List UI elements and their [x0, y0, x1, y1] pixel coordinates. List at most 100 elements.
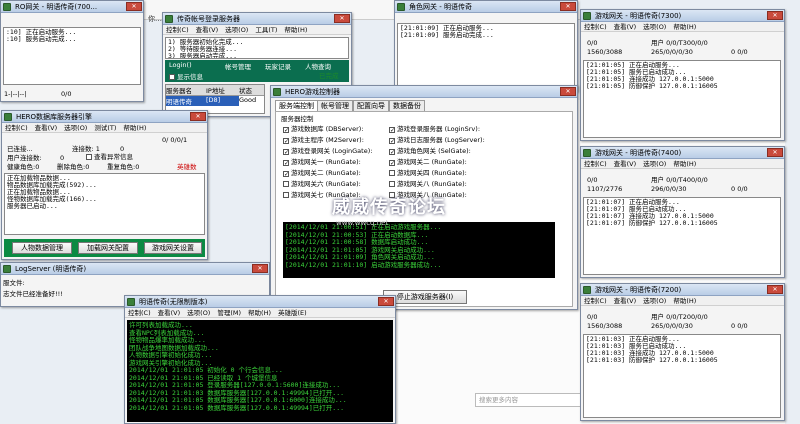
menu-control[interactable]: 控制(C) [584, 297, 607, 305]
connected-label: 已连接... [7, 145, 33, 153]
cb-rungate-8[interactable]: 游戏网关八 (RunGate): [389, 180, 467, 189]
menu-options[interactable]: 选项(O) [643, 160, 666, 168]
counter: 0/ 0/0/1 [162, 136, 188, 144]
menu-options[interactable]: 选项(O) [643, 23, 666, 31]
menu-help[interactable]: 帮助(H) [284, 26, 307, 34]
watermark: 威威传奇论坛 [332, 197, 446, 218]
connection-count: 连接数: 1 [72, 145, 100, 153]
log-output: [21:01:09] 正在启动服务... [21:01:09] 服务启动完成..… [397, 23, 575, 89]
cb-rungate-6[interactable]: 游戏网关六 (RunGate): [283, 180, 361, 189]
close-icon[interactable]: ✕ [334, 14, 350, 23]
close-icon[interactable]: ✕ [767, 11, 783, 20]
healthy-roles: 健康角色:0 [7, 163, 40, 171]
user-count: 用户 0/0/T400/0/0 [651, 176, 708, 184]
menu-help[interactable]: 帮助(H) [673, 23, 696, 31]
traffic: 1560/3088 [587, 322, 623, 330]
menu-options[interactable]: 选项(O) [643, 297, 666, 305]
load-gateway-config-button[interactable]: 加载网关配置 [78, 242, 138, 254]
cb-selgate[interactable]: ✓ 游戏角色网关 (SelGate): [389, 147, 471, 156]
table-row[interactable]: 明语传奇 [D8] Good [166, 96, 264, 106]
group-title: 服务器控制 [281, 115, 314, 123]
close-icon[interactable]: ✕ [252, 264, 268, 273]
app-icon [397, 3, 405, 11]
menu-options[interactable]: 选项(O) [225, 26, 248, 34]
menu-hero[interactable]: 英雄版(E) [278, 309, 307, 317]
menu-view[interactable]: 查看(V) [614, 297, 637, 305]
menu-test[interactable]: 测试(T) [94, 124, 116, 132]
close-icon[interactable]: ✕ [560, 2, 576, 11]
window-title: RO网关 - 明语传奇(700... [15, 3, 98, 11]
menu-control[interactable]: 控制(C) [128, 309, 151, 317]
close-icon[interactable]: ✕ [767, 285, 783, 294]
cb-dbserver[interactable]: ✓ 游戏数据库 (DBServer): [283, 125, 364, 134]
status-bar: 1-|--|--| [4, 90, 27, 98]
gateway-window-7300: 游戏网关 - 明语传奇(7300) ✕ 控制(C) 查看(V) 选项(O) 帮助(H) … [580, 9, 785, 141]
cb-rungate-2[interactable]: ✓ 游戏网关二 (RunGate): [283, 169, 361, 178]
cb-logserver[interactable]: ✓ 游戏日志服务器 (LogServer): [389, 136, 485, 145]
log-output: [21:01:03] 正在启动服务... [21:01:03] 服务已启动成功.… [583, 334, 781, 418]
status-done: 已完成 [319, 72, 339, 80]
cb-loginsrv[interactable]: ✓ 游戏登录服务器 (LoginSrv): [389, 125, 480, 134]
menu-bar: 控制(C) 查看(V) 选项(O) 帮助(H) [581, 159, 784, 169]
menu-options[interactable]: 选项(O) [64, 124, 87, 132]
view-errors-checkbox[interactable]: 查看异常信息 [86, 153, 133, 162]
player-records-button[interactable]: 玩家记录 [265, 61, 291, 71]
menu-view[interactable]: 查看(V) [35, 124, 58, 132]
user-count: 用户 0/0/T200/0/0 [651, 313, 708, 321]
menu-control[interactable]: 控制(C) [166, 26, 189, 34]
hero-count: 英雄数 [177, 163, 197, 171]
tab-config-wizard[interactable]: 配置向导 [353, 100, 389, 111]
menu-manage[interactable]: 管理(M) [217, 309, 241, 317]
col-status[interactable]: 状态 [239, 85, 252, 95]
search-box[interactable]: 搜索更多内容 [475, 393, 585, 407]
menu-view[interactable]: 查看(V) [614, 160, 637, 168]
menu-bar: 控制(C) 查看(V) 选项(O) 帮助(H) [581, 296, 784, 306]
close-icon[interactable]: ✕ [560, 87, 576, 96]
cb-rungate-1[interactable]: ✓ 游戏网关一 (RunGate): [283, 158, 361, 167]
menu-options[interactable]: 选项(O) [187, 309, 210, 317]
menu-help[interactable]: 帮助(H) [673, 297, 696, 305]
col-server-name[interactable]: 服务器名 [166, 85, 206, 95]
mingyu-console-window: 明语传奇(无限制版本) ✕ 控制(C) 查看(V) 选项(O) 管理(M) 帮助(H) 英雄… [124, 295, 396, 424]
menu-control[interactable]: 控制(C) [5, 124, 28, 132]
character-data-button[interactable]: 人物数据管理 [12, 242, 72, 254]
menu-view[interactable]: 查看(V) [614, 23, 637, 31]
conn-count: 0/0 [587, 39, 598, 47]
cb-m2server[interactable]: ✓ 游戏主程序 (M2Server): [283, 136, 364, 145]
traffic: 1560/3088 [587, 48, 623, 56]
close-icon[interactable]: ✕ [378, 297, 394, 306]
menu-bar: 控制(C) 查看(V) 选项(O) 帮助(H) [581, 22, 784, 32]
window-title: 角色网关 - 明语传奇 [409, 3, 472, 11]
tab-data-backup[interactable]: 数据备份 [389, 100, 425, 111]
menu-control[interactable]: 控制(C) [584, 160, 607, 168]
close-icon[interactable]: ✕ [190, 112, 206, 121]
cb-rungate-2b[interactable]: ✓ 游戏网关二 (RunGate): [389, 158, 467, 167]
extra: 0 0/0 [731, 322, 748, 330]
menu-control[interactable]: 控制(C) [584, 23, 607, 31]
user-conn-value: 0 [60, 154, 65, 162]
browser-tab[interactable]: 你… [148, 14, 162, 24]
col-ip[interactable]: IP地址 [206, 85, 239, 95]
log-output: 正在加载物品数据... 物品数据库加载完成(592)... 正在加载物品数据..… [4, 173, 205, 235]
login-button[interactable]: Login() [169, 61, 192, 69]
window-title: LogServer (明语传奇) [15, 265, 87, 273]
menu-help[interactable]: 帮助(H) [673, 160, 696, 168]
extra: 0 0/0 [731, 185, 748, 193]
tab-account-manage[interactable]: 帐号管理 [317, 100, 353, 111]
cb-rungate-4[interactable]: 游戏网关四 (RunGate): [389, 169, 467, 178]
show-info-checkbox[interactable]: 显示信息 [169, 71, 203, 81]
gateway-window-topleft: RO网关 - 明语传奇(700... ✕ :10] 正在启动服务... :10] … [0, 0, 144, 102]
menu-view[interactable]: 查看(V) [196, 26, 219, 34]
tab-server-control[interactable]: 服务端控制 [275, 100, 318, 111]
menu-help[interactable]: 帮助(H) [248, 309, 271, 317]
account-manage-button[interactable]: 帐号管理 [225, 61, 251, 71]
close-icon[interactable]: ✕ [126, 2, 142, 11]
menu-view[interactable]: 查看(V) [158, 309, 181, 317]
menu-help[interactable]: 帮助(H) [123, 124, 146, 132]
gateway-settings-button[interactable]: 游戏网关设置 [144, 242, 202, 254]
menu-tools[interactable]: 工具(T) [255, 26, 277, 34]
log-file-label: 服文件: [3, 279, 25, 287]
app-icon [3, 265, 11, 273]
cb-logingate[interactable]: ✓ 游戏登录网关 (LoginGate): [283, 147, 372, 156]
close-icon[interactable]: ✕ [767, 148, 783, 157]
